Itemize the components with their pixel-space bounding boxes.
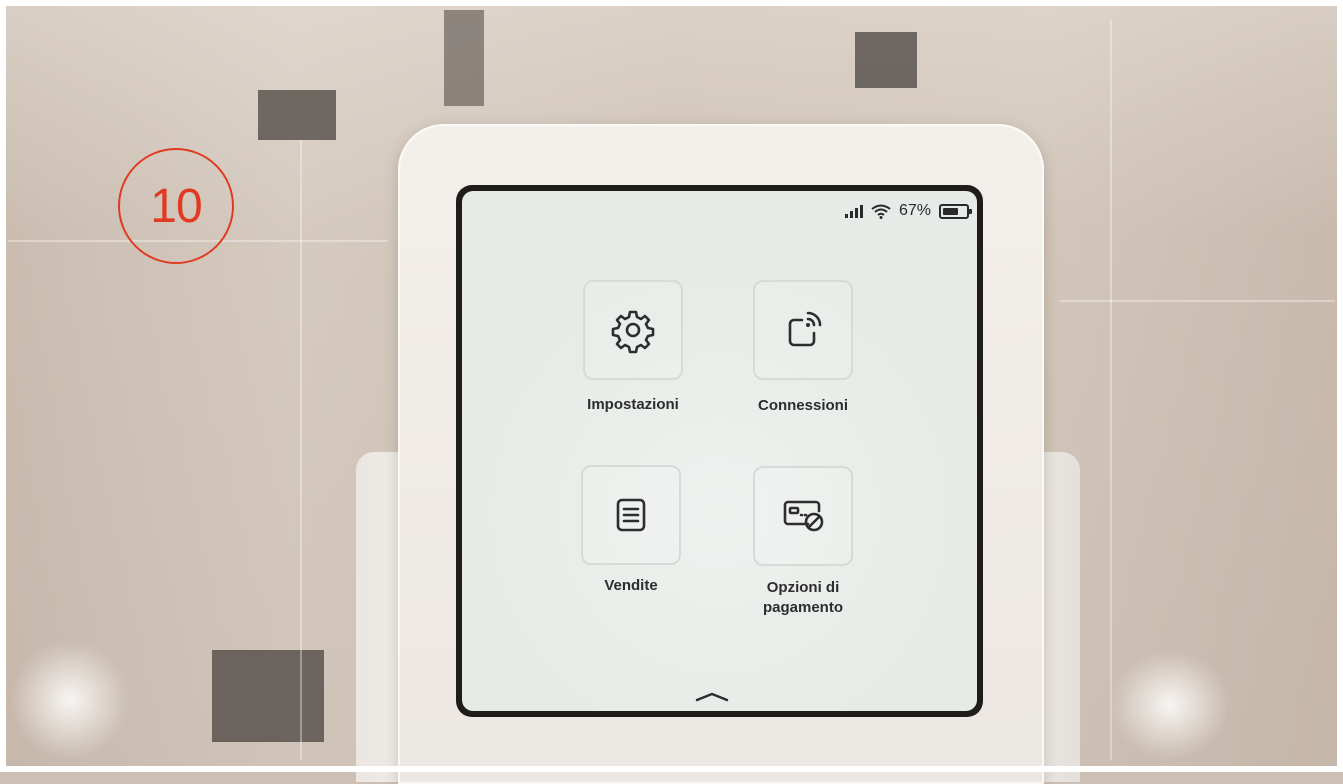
step-number-badge: 10 xyxy=(118,148,234,264)
tile-seam xyxy=(1110,20,1112,760)
cellular-signal-icon xyxy=(844,204,863,218)
settings-label[interactable]: Impostazioni xyxy=(543,395,723,415)
payment-options-label[interactable]: Opzioni di pagamento xyxy=(713,578,893,618)
step-number: 10 xyxy=(150,179,202,233)
gear-icon xyxy=(611,310,655,354)
floor-tile-dark xyxy=(212,650,324,742)
document-list-icon xyxy=(616,498,646,532)
connections-tile[interactable] xyxy=(753,280,853,380)
card-payment-icon xyxy=(783,500,824,532)
floor-tile-dark xyxy=(855,32,917,88)
tile-seam xyxy=(300,140,302,760)
battery-percent: 67% xyxy=(898,202,931,219)
sales-label[interactable]: Vendite xyxy=(541,576,721,596)
floor-tile-dark xyxy=(258,90,336,140)
contactless-device-icon xyxy=(788,311,822,347)
payment-options-label-line2: pagamento xyxy=(762,599,843,616)
tile-seam xyxy=(1060,300,1335,302)
payment-options-tile[interactable] xyxy=(753,466,853,566)
connections-label[interactable]: Connessioni xyxy=(713,396,893,416)
battery-icon xyxy=(939,203,972,219)
floor-tile-dark xyxy=(444,10,484,106)
terminal-screen: 67% Impostazioni Connessioni Vendite Opz… xyxy=(462,191,977,711)
light-glare xyxy=(1110,650,1230,760)
chevron-up-icon[interactable] xyxy=(687,686,737,706)
light-glare xyxy=(10,640,130,760)
payment-options-label-line1: Opzioni di xyxy=(766,579,840,596)
status-bar: 67% xyxy=(844,199,972,223)
settings-tile[interactable] xyxy=(583,280,683,380)
wifi-icon xyxy=(871,204,891,219)
battery-fill xyxy=(943,207,958,215)
sales-tile[interactable] xyxy=(581,465,681,565)
